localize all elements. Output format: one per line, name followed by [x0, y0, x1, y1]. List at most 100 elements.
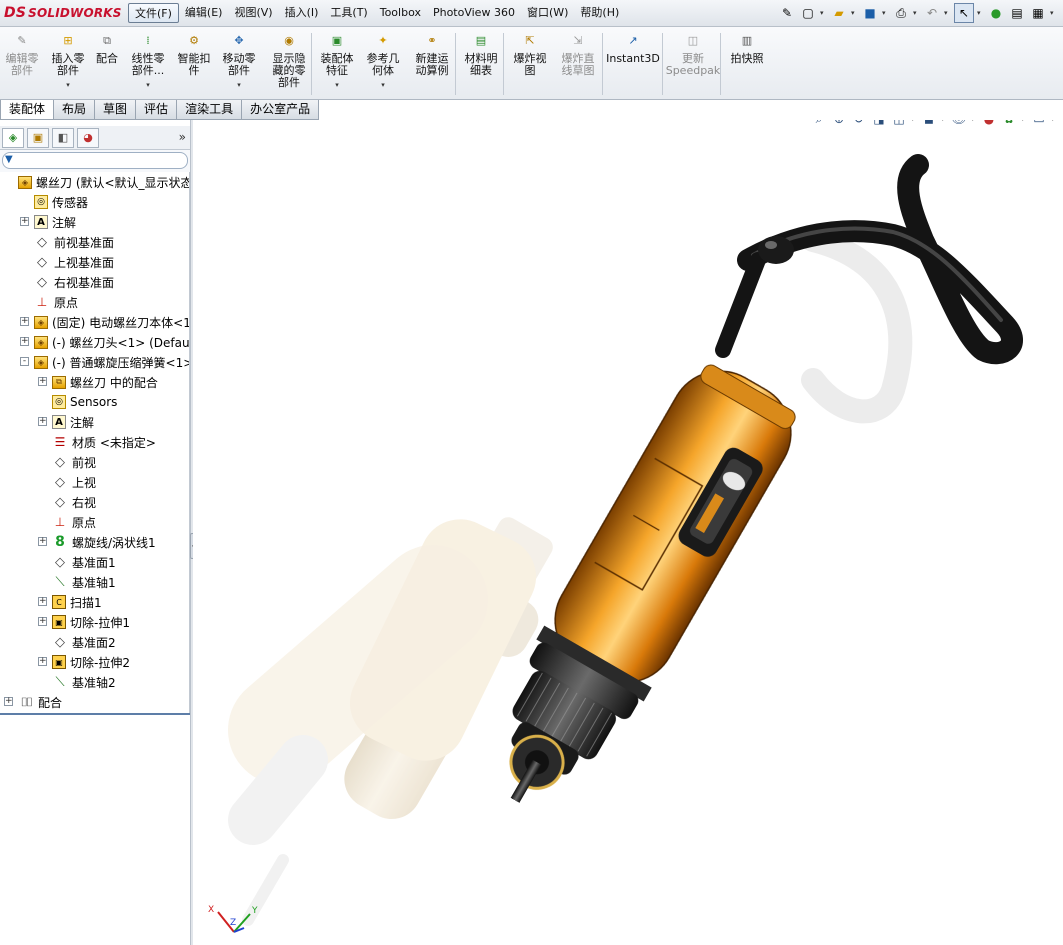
view-orientation-icon[interactable]: ◫	[891, 120, 907, 127]
menu-item-6[interactable]: PhotoView 360	[427, 3, 521, 23]
tree-node[interactable]: ☰ 材质 <未指定>	[52, 432, 156, 452]
zoom-to-fit-icon[interactable]: ⌕	[811, 120, 827, 127]
collapse-panel-icon[interactable]: »	[179, 130, 186, 144]
display-style-icon[interactable]: ◼	[921, 120, 937, 127]
expand-icon[interactable]: +	[38, 617, 47, 626]
expand-icon[interactable]: +	[20, 217, 29, 226]
collapse-icon[interactable]: -	[20, 357, 29, 366]
command-button-10[interactable]: ▤ 材料明 细表	[460, 31, 502, 97]
dropdown-arrow-icon[interactable]: ▾	[237, 79, 241, 91]
options-dropdown-arrow[interactable]: ▾	[1050, 9, 1057, 17]
tree-node[interactable]: ◇ 基准面1	[52, 552, 116, 572]
command-button-4[interactable]: ⚙ 智能扣 件	[173, 31, 215, 97]
command-button-15[interactable]: ▥ 拍快照	[727, 31, 767, 97]
menu-item-1[interactable]: 编辑(E)	[179, 3, 229, 23]
tree-node[interactable]: ◇ 基准面2	[52, 632, 116, 652]
filter-input[interactable]	[2, 152, 188, 169]
tree-node[interactable]: + ◈ (-) 螺丝刀头<1> (Default<-	[20, 332, 189, 352]
expand-icon[interactable]: +	[38, 417, 47, 426]
tree-node[interactable]: + A 注解	[38, 412, 94, 432]
tree-node[interactable]: ⟍ 基准轴2	[52, 672, 115, 692]
view-settings-icon[interactable]: ▭	[1031, 120, 1047, 127]
view-orientation-dropdown[interactable]: ▾	[911, 120, 917, 123]
tree-node[interactable]: + ▣ 切除-拉伸2	[38, 652, 130, 672]
expand-icon[interactable]: +	[4, 697, 13, 706]
command-button-0[interactable]: ✎ 编辑零 部件	[2, 31, 42, 97]
display-style-dropdown[interactable]: ▾	[941, 120, 947, 123]
graphics-area[interactable]: ⌕ ⊕ ↺ ◨ ◫ ▾ ◼ ▾ 👁 ▾ ◕ ✿ ▾ ▭ ▾	[193, 120, 1063, 945]
filter-icon[interactable]: ▼	[5, 154, 13, 165]
new-document-icon[interactable]: ▢	[799, 4, 817, 22]
tree-node[interactable]: + A 注解	[20, 212, 76, 232]
open-dropdown-arrow[interactable]: ▾	[851, 9, 858, 17]
menu-item-4[interactable]: 工具(T)	[324, 3, 373, 23]
hide-show-dropdown[interactable]: ▾	[971, 120, 977, 123]
previous-view-icon[interactable]: ↺	[851, 120, 867, 127]
view-settings-dropdown[interactable]: ▾	[1051, 120, 1057, 123]
expand-icon[interactable]: +	[38, 597, 47, 606]
expand-icon[interactable]: +	[38, 657, 47, 666]
select-cursor-icon[interactable]: ↖	[954, 3, 974, 23]
tree-node[interactable]: + ▣ 切除-拉伸1	[38, 612, 130, 632]
undo-dropdown-arrow[interactable]: ▾	[944, 9, 951, 17]
tree-node[interactable]: +8 螺旋线/涡状线1	[38, 532, 156, 552]
pin-icon[interactable]: ✎	[778, 4, 796, 22]
open-folder-icon[interactable]: ▰	[830, 4, 848, 22]
tab-4[interactable]: 渲染工具	[176, 100, 243, 120]
options-icon[interactable]: ▦	[1029, 4, 1047, 22]
tree-node[interactable]: ⊥ 原点	[34, 292, 78, 312]
tree-node[interactable]: ⟍ 基准轴1	[52, 572, 115, 592]
tree-node[interactable]: ◈ 螺丝刀 (默认<默认_显示状态-1	[18, 172, 189, 192]
apply-scene-dropdown[interactable]: ▾	[1021, 120, 1027, 123]
command-button-9[interactable]: ⚭ 新建运 动算例	[410, 31, 454, 97]
menu-item-5[interactable]: Toolbox	[374, 3, 427, 23]
menu-item-2[interactable]: 视图(V)	[228, 3, 278, 23]
tab-configuration-manager[interactable]: ◧	[52, 127, 74, 148]
zoom-to-area-icon[interactable]: ⊕	[831, 120, 847, 127]
undo-icon[interactable]: ↶	[923, 4, 941, 22]
dropdown-arrow-icon[interactable]: ▾	[381, 79, 385, 91]
command-button-7[interactable]: ▣ 装配体 特征 ▾	[316, 31, 358, 97]
menu-item-0[interactable]: 文件(F)	[128, 3, 179, 23]
tab-feature-manager[interactable]: ◈	[2, 127, 24, 148]
command-button-11[interactable]: ⇱ 爆炸视 图	[508, 31, 552, 97]
tree-node[interactable]: ◇ 前视基准面	[34, 232, 114, 252]
command-button-2[interactable]: ⧉ 配合	[92, 31, 122, 97]
tab-display-manager[interactable]: ◕	[77, 127, 99, 148]
expand-icon[interactable]: +	[38, 537, 47, 546]
expand-icon[interactable]: +	[38, 377, 47, 386]
dropdown-arrow-icon[interactable]: ▾	[146, 79, 150, 91]
dropdown-arrow-icon[interactable]: ▾	[335, 79, 339, 91]
tree-node[interactable]: + ◈ (固定) 电动螺丝刀本体<1> (	[20, 312, 189, 332]
tree-node[interactable]: ◇ 右视基准面	[34, 272, 114, 292]
tree-node[interactable]: ◎ 传感器	[34, 192, 88, 212]
rebuild-traffic-light-icon[interactable]: ●	[987, 4, 1005, 22]
tab-0[interactable]: 装配体	[0, 100, 55, 120]
edit-appearance-icon[interactable]: ◕	[981, 120, 997, 127]
command-button-14[interactable]: ◫ 更新 Speedpak	[666, 31, 721, 97]
tree-node[interactable]: ◇ 上视	[52, 472, 96, 492]
tree-node[interactable]: ◇ 前视	[52, 452, 96, 472]
new-dropdown-arrow[interactable]: ▾	[820, 9, 827, 17]
command-button-5[interactable]: ✥ 移动零 部件 ▾	[218, 31, 260, 97]
menu-item-3[interactable]: 插入(I)	[279, 3, 325, 23]
tree-node[interactable]: ◇ 右视	[52, 492, 96, 512]
select-dropdown-arrow[interactable]: ▾	[977, 9, 984, 17]
tree-node[interactable]: ◇ 上视基准面	[34, 252, 114, 272]
hide-show-items-icon[interactable]: 👁	[951, 120, 967, 127]
tab-1[interactable]: 布局	[53, 100, 96, 120]
tab-2[interactable]: 草图	[94, 100, 137, 120]
tree-node[interactable]: + ⧉ 螺丝刀 中的配合	[38, 372, 158, 392]
save-dropdown-arrow[interactable]: ▾	[882, 9, 889, 17]
tab-5[interactable]: 办公室产品	[241, 100, 320, 120]
save-icon[interactable]: ■	[861, 4, 879, 22]
command-button-13[interactable]: ↗ Instant3D	[604, 31, 662, 97]
solidworks-logo[interactable]: DS SOLIDWORKS	[0, 0, 128, 27]
tab-property-manager[interactable]: ▣	[27, 127, 49, 148]
command-button-1[interactable]: ⊞ 插入零 部件 ▾	[48, 31, 88, 97]
tree-node[interactable]: + ⌷⌷ 配合	[4, 692, 62, 712]
tree-node[interactable]: ⊥ 原点	[52, 512, 96, 532]
expand-icon[interactable]: +	[20, 317, 29, 326]
command-button-12[interactable]: ⇲ 爆炸直 线草图	[556, 31, 600, 97]
section-view-icon[interactable]: ◨	[871, 120, 887, 127]
